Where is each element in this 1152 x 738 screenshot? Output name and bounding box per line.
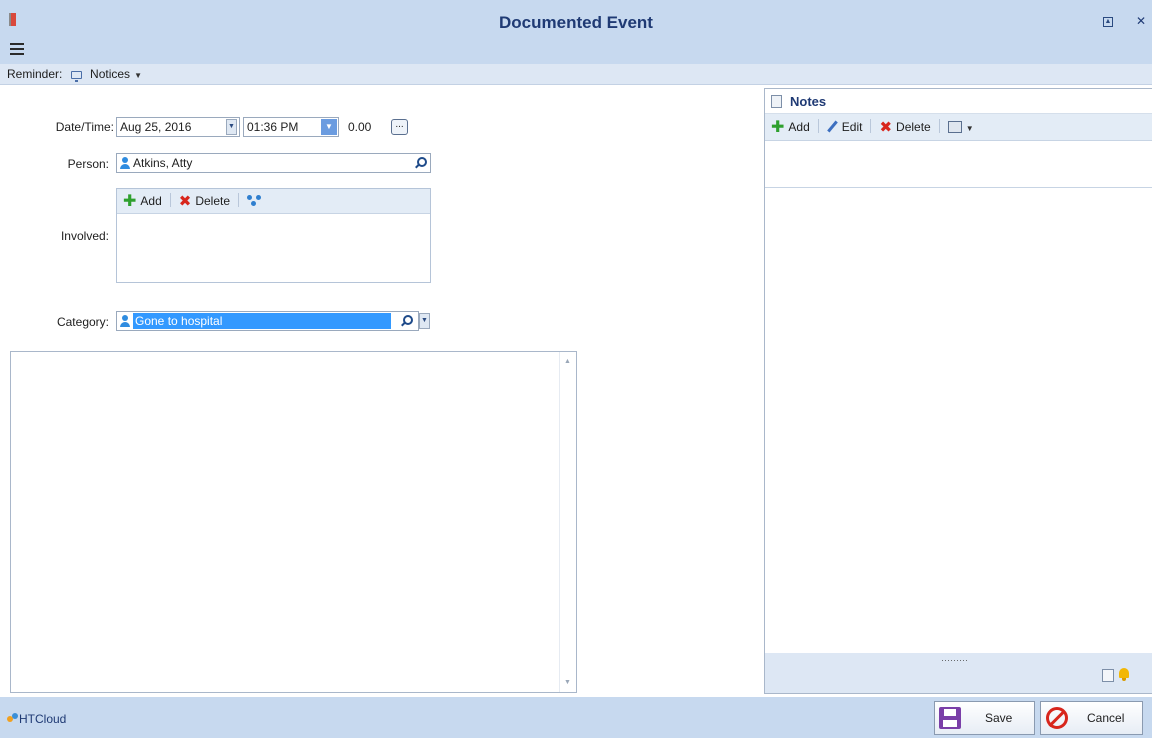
- search-icon[interactable]: [417, 157, 427, 167]
- layout-icon: [947, 121, 962, 133]
- category-field[interactable]: Gone to hospital: [116, 311, 419, 331]
- toolbar-separator: [169, 193, 171, 207]
- reminder-bar: Reminder: Notices ▼: [0, 64, 1152, 85]
- notes-list[interactable]: [765, 141, 1152, 188]
- cancel-icon: [1046, 707, 1068, 729]
- reminder-label: Reminder:: [7, 67, 63, 81]
- notes-delete-button[interactable]: ✖ Delete: [879, 114, 930, 141]
- notes-header: Notes: [765, 89, 1152, 114]
- htcloud-logo-icon: [7, 713, 18, 724]
- delete-x-icon: ✖: [879, 119, 893, 136]
- notes-delete-label: Delete: [896, 120, 931, 134]
- time-dropdown-button[interactable]: ▼: [321, 119, 337, 135]
- toolbar-separator: [938, 119, 940, 133]
- notes-add-button[interactable]: ✚ Add: [771, 114, 810, 141]
- date-value: Aug 25, 2016: [120, 120, 192, 134]
- pencil-icon: [826, 120, 838, 133]
- restore-window-icon[interactable]: ▲: [1103, 17, 1113, 27]
- toolbar-separator: [870, 119, 872, 133]
- vertical-scrollbar[interactable]: ▲ ▼: [559, 352, 576, 692]
- category-value: Gone to hospital: [133, 313, 391, 329]
- person-icon: [120, 315, 130, 327]
- involved-delete-button[interactable]: ✖ Delete: [179, 189, 230, 214]
- notes-edit-button[interactable]: Edit: [826, 114, 863, 141]
- involved-add-button[interactable]: ✚ Add: [123, 189, 162, 214]
- add-label: Add: [140, 194, 162, 208]
- bell-icon[interactable]: [1118, 668, 1130, 681]
- involved-label: Involved:: [60, 229, 109, 243]
- notes-toolbar: ✚ Add Edit ✖ Delete ▼: [765, 114, 1152, 141]
- notes-edit-label: Edit: [841, 120, 863, 134]
- person-field[interactable]: Atkins, Atty: [116, 153, 431, 173]
- search-icon[interactable]: [403, 315, 413, 325]
- notes-add-label: Add: [788, 120, 810, 134]
- person-value: Atkins, Atty: [133, 156, 193, 170]
- notices-label: Notices: [90, 67, 131, 81]
- bottom-bar: HTCloud Save Cancel: [0, 697, 1152, 738]
- scroll-down-icon[interactable]: ▼: [564, 679, 571, 686]
- group-people-icon[interactable]: [247, 195, 263, 207]
- document-icon[interactable]: [1102, 669, 1114, 682]
- monitor-icon: [70, 71, 82, 82]
- involved-grid[interactable]: ✚ Add ✖ Delete: [116, 188, 431, 283]
- htcloud-brand: HTCloud: [7, 712, 66, 726]
- notes-title: Notes: [790, 94, 827, 109]
- notes-icon: [771, 95, 782, 108]
- plus-icon: ✚: [771, 119, 785, 136]
- chevron-down-icon: ▼: [965, 124, 974, 133]
- duration-value: 0.00: [348, 120, 372, 134]
- floppy-disk-icon: [939, 707, 961, 729]
- chevron-down-icon: ▼: [134, 71, 142, 80]
- plus-icon: ✚: [123, 193, 137, 210]
- cancel-label: Cancel: [1087, 711, 1125, 725]
- involved-toolbar: ✚ Add ✖ Delete: [117, 189, 430, 214]
- title-bar: Documented Event ▲ ✕: [0, 0, 1152, 64]
- notices-dropdown[interactable]: Notices ▼: [90, 67, 142, 81]
- date-input[interactable]: Aug 25, 2016: [116, 117, 240, 137]
- person-label: Person:: [67, 157, 109, 171]
- event-description-textarea[interactable]: ▲ ▼: [10, 351, 577, 693]
- notes-layout-dropdown[interactable]: ▼: [947, 120, 974, 134]
- toolbar-separator: [238, 193, 240, 207]
- toolbar-separator: [817, 119, 819, 133]
- notes-footer: ·········: [765, 653, 1152, 693]
- save-label: Save: [985, 711, 1013, 725]
- datetime-label: Date/Time:: [55, 120, 114, 134]
- window-title: Documented Event: [499, 13, 653, 32]
- hamburger-menu-icon[interactable]: [10, 43, 24, 55]
- brand-label: HTCloud: [19, 712, 67, 726]
- notes-panel: Notes ✚ Add Edit ✖ Delete ▼ ·········: [764, 88, 1152, 694]
- scroll-up-icon[interactable]: ▲: [564, 358, 571, 365]
- save-button[interactable]: Save: [934, 701, 1035, 735]
- delete-x-icon: ✖: [178, 193, 192, 210]
- date-dropdown-button[interactable]: ▼: [226, 119, 237, 135]
- splitter-grip-icon[interactable]: ·········: [941, 655, 968, 665]
- time-value: 01:36 PM: [247, 120, 299, 134]
- ellipsis-button[interactable]: ...: [391, 119, 408, 135]
- close-icon[interactable]: ✕: [1136, 14, 1146, 28]
- category-dropdown-button[interactable]: ▼: [419, 313, 430, 329]
- person-icon: [120, 157, 130, 169]
- category-label: Category:: [56, 315, 109, 329]
- delete-label: Delete: [195, 194, 231, 208]
- cancel-button[interactable]: Cancel: [1040, 701, 1143, 735]
